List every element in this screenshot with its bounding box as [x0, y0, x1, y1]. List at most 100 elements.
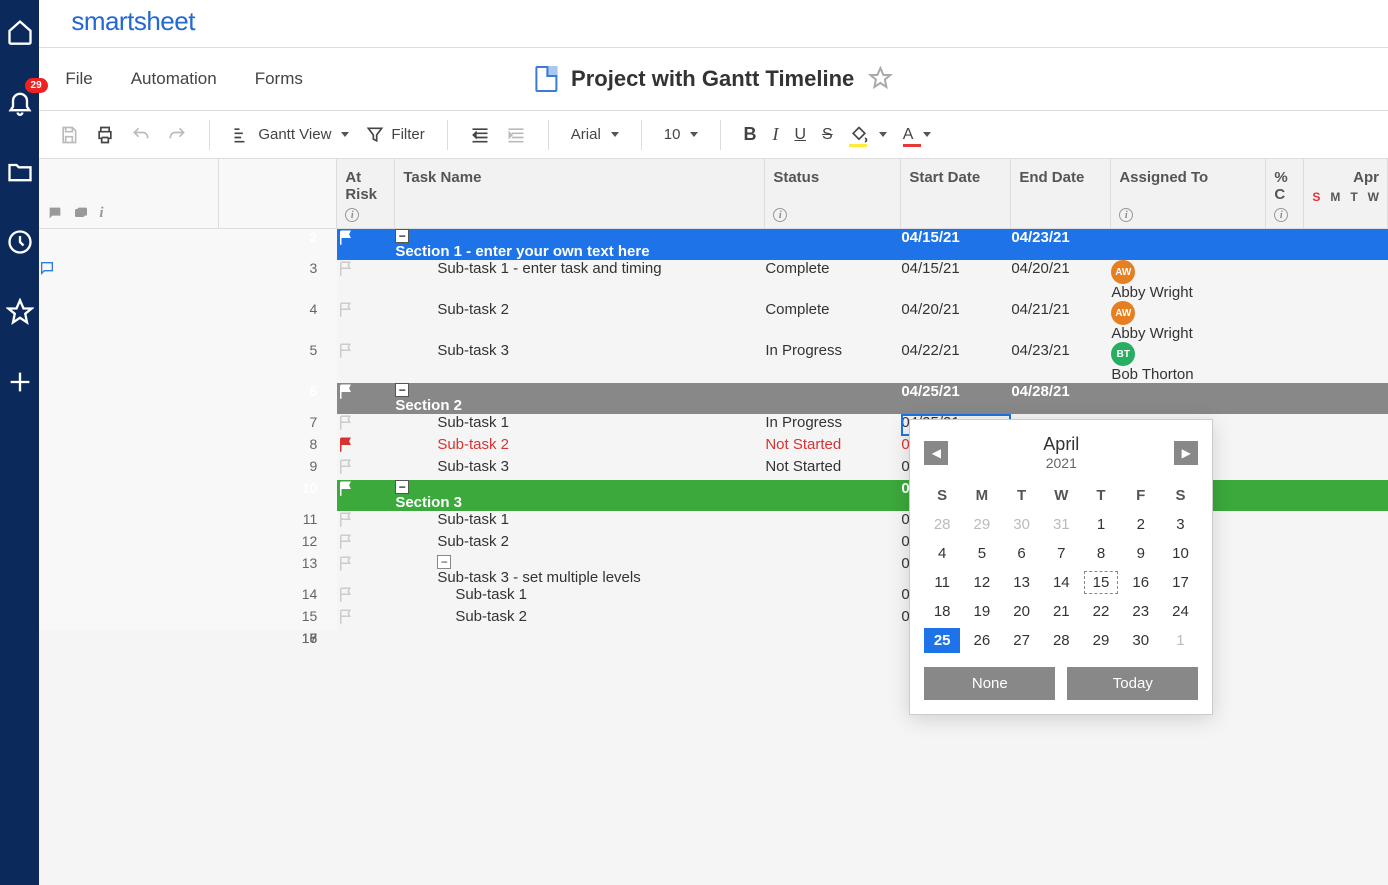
menu-forms[interactable]: Forms [255, 69, 303, 89]
col-at-risk[interactable]: At Riski [337, 159, 395, 229]
assignee-cell[interactable] [1111, 383, 1266, 414]
dp-day[interactable]: 7 [1043, 541, 1079, 566]
status-cell[interactable]: Not Started [765, 458, 901, 480]
dp-day[interactable]: 28 [924, 512, 960, 537]
pct-cell[interactable] [1266, 533, 1304, 555]
status-cell[interactable] [765, 555, 901, 586]
view-switcher[interactable]: Gantt View [232, 125, 349, 145]
row-number[interactable]: 14 [219, 586, 337, 608]
dp-day[interactable]: 12 [964, 570, 1000, 595]
font-selector[interactable]: Arial [571, 126, 619, 143]
start-date-cell[interactable]: 04/15/21 [901, 229, 1011, 260]
end-date-cell[interactable]: 04/20/21 [1011, 260, 1111, 301]
task-name-cell[interactable]: Sub-task 1 - enter task and timing [395, 260, 765, 301]
status-cell[interactable] [765, 608, 901, 630]
at-risk-flag[interactable] [337, 555, 395, 586]
col-task-name[interactable]: Task Name [395, 159, 765, 229]
row-number[interactable]: 4 [219, 301, 337, 342]
star-icon[interactable] [6, 298, 34, 326]
favorite-star-icon[interactable] [868, 66, 892, 93]
task-name-cell[interactable]: Sub-task 2 [395, 436, 765, 458]
row-number[interactable]: 6 [219, 383, 337, 414]
plus-icon[interactable] [6, 368, 34, 396]
dp-day[interactable]: 6 [1004, 541, 1040, 566]
home-icon[interactable] [6, 18, 34, 46]
dp-day[interactable]: 29 [1083, 628, 1119, 653]
dp-day[interactable]: 18 [924, 599, 960, 624]
pct-cell[interactable] [1266, 511, 1304, 533]
datepicker-next-month[interactable]: ▶ [1174, 441, 1198, 465]
task-name-cell[interactable]: Sub-task 3 [395, 342, 765, 383]
dp-day[interactable]: 1 [1083, 512, 1119, 537]
dp-day[interactable]: 22 [1083, 599, 1119, 624]
task-name-cell[interactable]: Sub-task 1 [395, 586, 765, 608]
status-cell[interactable]: In Progress [765, 342, 901, 383]
col-status[interactable]: Statusi [765, 159, 901, 229]
pct-cell[interactable] [1266, 436, 1304, 458]
at-risk-flag[interactable] [337, 533, 395, 555]
dp-day[interactable]: 29 [964, 512, 1000, 537]
filter-button[interactable]: Filter [365, 125, 424, 145]
dp-day[interactable]: 2 [1123, 512, 1159, 537]
start-date-cell[interactable]: 04/20/21 [901, 301, 1011, 342]
row-number[interactable]: 3 [219, 260, 337, 301]
row-number[interactable]: 9 [219, 458, 337, 480]
end-date-cell[interactable]: 04/23/21 [1011, 229, 1111, 260]
font-size-selector[interactable]: 10 [664, 126, 699, 143]
status-cell[interactable]: Complete [765, 301, 901, 342]
task-name-cell[interactable]: −Section 3 [395, 480, 765, 511]
bell-icon[interactable]: 29 [6, 88, 34, 116]
dp-day[interactable]: 28 [1043, 628, 1079, 653]
at-risk-flag[interactable] [337, 260, 395, 301]
assignee-cell[interactable]: AWAbby Wright [1111, 301, 1266, 342]
end-date-cell[interactable]: 04/28/21 [1011, 383, 1111, 414]
end-date-cell[interactable]: 04/23/21 [1011, 342, 1111, 383]
status-cell[interactable] [765, 229, 901, 260]
row-number[interactable]: 8 [219, 436, 337, 458]
dp-day[interactable]: 3 [1163, 512, 1199, 537]
task-name-cell[interactable]: Sub-task 2 [395, 533, 765, 555]
dp-day[interactable]: 11 [924, 570, 960, 595]
pct-cell[interactable] [1266, 480, 1304, 511]
datepicker-none-button[interactable]: None [924, 667, 1055, 700]
redo-button[interactable] [167, 125, 187, 145]
row-number[interactable]: 11 [219, 511, 337, 533]
dp-day[interactable]: 25 [924, 628, 960, 653]
pct-cell[interactable] [1266, 342, 1304, 383]
datepicker-today-button[interactable]: Today [1067, 667, 1198, 700]
col-pct-complete[interactable]: % Ci [1266, 159, 1304, 229]
menu-automation[interactable]: Automation [131, 69, 217, 89]
status-cell[interactable] [765, 511, 901, 533]
row-number[interactable]: 2 [219, 229, 337, 260]
row-number[interactable]: 10 [219, 480, 337, 511]
row-number[interactable]: 5 [219, 342, 337, 383]
dp-day[interactable]: 16 [1123, 570, 1159, 595]
col-assigned-to[interactable]: Assigned Toi [1111, 159, 1266, 229]
task-name-cell[interactable]: −Section 2 [395, 383, 765, 414]
task-name-cell[interactable]: −Sub-task 3 - set multiple levels [395, 555, 765, 586]
at-risk-flag[interactable] [337, 458, 395, 480]
task-name-cell[interactable]: Sub-task 2 [395, 301, 765, 342]
dp-day[interactable]: 30 [1004, 512, 1040, 537]
pct-cell[interactable] [1266, 414, 1304, 436]
dp-day[interactable]: 24 [1163, 599, 1199, 624]
pct-cell[interactable] [1266, 608, 1304, 630]
start-date-cell[interactable]: 04/15/21 [901, 260, 1011, 301]
pct-cell[interactable] [1266, 555, 1304, 586]
dp-day[interactable]: 13 [1004, 570, 1040, 595]
at-risk-flag[interactable] [337, 414, 395, 436]
col-end-date[interactable]: End Date [1011, 159, 1111, 229]
start-date-cell[interactable]: 04/22/21 [901, 342, 1011, 383]
dp-day[interactable]: 26 [964, 628, 1000, 653]
dp-day[interactable]: 27 [1004, 628, 1040, 653]
dp-day[interactable]: 8 [1083, 541, 1119, 566]
end-date-cell[interactable]: 04/21/21 [1011, 301, 1111, 342]
at-risk-flag[interactable] [337, 436, 395, 458]
pct-cell[interactable] [1266, 383, 1304, 414]
task-name-cell[interactable]: −Section 1 - enter your own text here [395, 229, 765, 260]
at-risk-flag[interactable] [337, 511, 395, 533]
outdent-button[interactable] [470, 125, 490, 145]
pct-cell[interactable] [1266, 229, 1304, 260]
save-button[interactable] [59, 125, 79, 145]
clock-icon[interactable] [6, 228, 34, 256]
